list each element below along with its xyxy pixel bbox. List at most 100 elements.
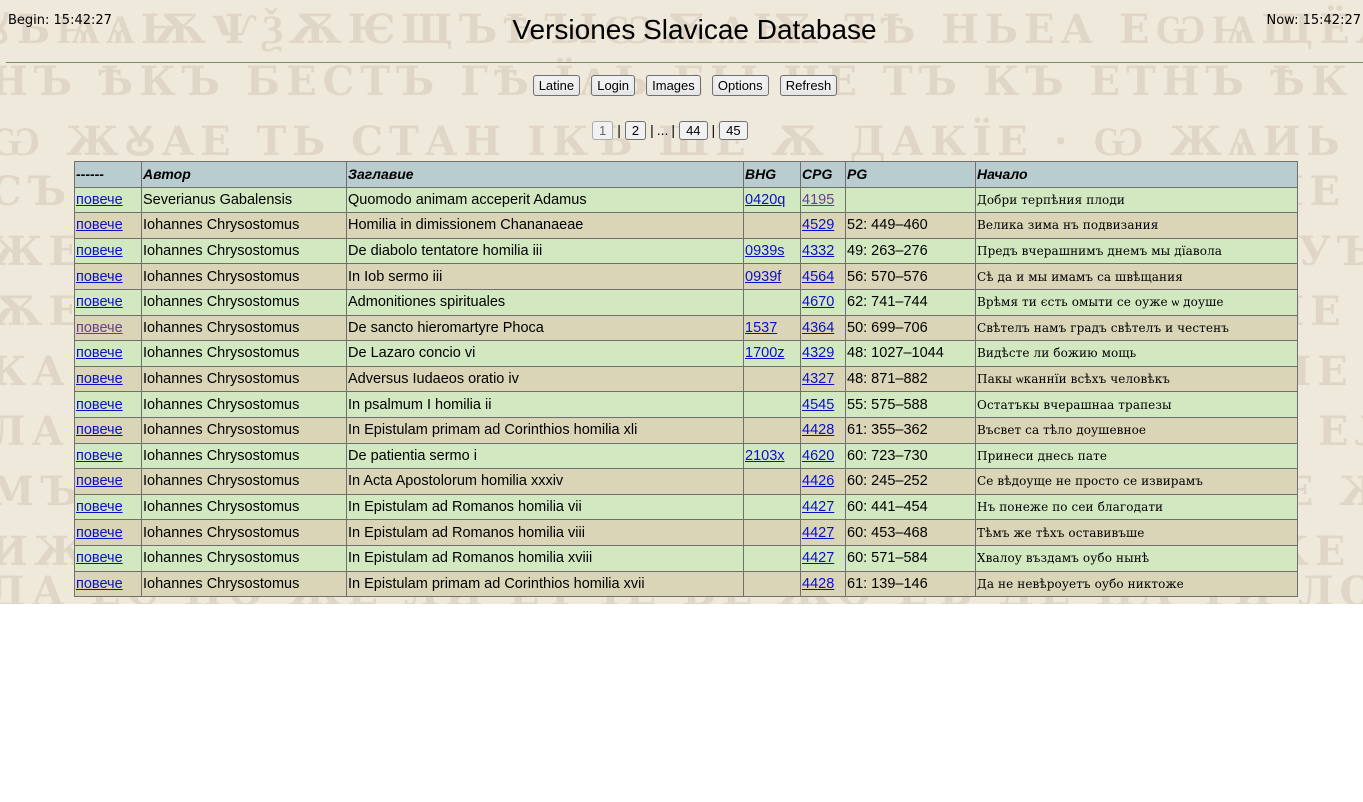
- cpg-link[interactable]: 4529: [802, 217, 834, 233]
- more-link[interactable]: повече: [76, 499, 123, 515]
- more-link[interactable]: повече: [76, 243, 123, 259]
- table-row: повече Severianus Gabalensis Quomodo anima…: [74, 186, 1298, 214]
- incipit-text: Да не невѣроуетъ оубо никтоже: [977, 576, 1184, 591]
- latine-button[interactable]: Latine: [532, 75, 581, 96]
- pg-cell: 60: 453–468: [845, 519, 976, 546]
- title-text: De diabolo tentatore homilia iii: [348, 243, 543, 260]
- bhg-cell: [743, 288, 801, 316]
- bhg-cell: 2103x: [743, 442, 801, 470]
- incipit-cell: Сѣ да и мы имамъ са швѣщания: [975, 263, 1298, 290]
- title-cell: Adversus Iudaeos oratio iv: [346, 365, 744, 393]
- cpg-link[interactable]: 4329: [802, 345, 834, 361]
- cpg-link[interactable]: 4427: [802, 525, 834, 541]
- page-ellipsis: ...: [656, 122, 669, 138]
- more-link[interactable]: повече: [76, 320, 123, 336]
- more-cell: повече: [74, 288, 142, 316]
- title-cell: In Epistulam primam ad Corinthios homili…: [346, 570, 744, 598]
- pg-cell: 60: 723–730: [845, 442, 976, 470]
- more-link[interactable]: повече: [76, 371, 123, 387]
- author-text: Iohannes Chrysostomus: [143, 473, 300, 490]
- page-45-button[interactable]: 45: [719, 121, 748, 140]
- cpg-cell: 4564: [800, 263, 846, 290]
- bhg-cell: [743, 212, 801, 239]
- incipit-cell: Остатъкы вчерашнаа трапезы: [975, 391, 1298, 418]
- more-link[interactable]: повече: [76, 345, 123, 361]
- cpg-cell: 4332: [800, 237, 846, 265]
- author-text: Iohannes Chrysostomus: [143, 447, 300, 464]
- page-2-button[interactable]: 2: [624, 121, 647, 140]
- title-cell: Admonitiones spirituales: [346, 288, 744, 316]
- cpg-link[interactable]: 4620: [802, 448, 834, 464]
- cpg-link[interactable]: 4364: [802, 320, 834, 336]
- more-link[interactable]: повече: [76, 448, 123, 464]
- bhg-link[interactable]: 1537: [745, 320, 777, 336]
- pg-cell: 60: 245–252: [845, 468, 976, 495]
- more-link[interactable]: повече: [76, 473, 123, 489]
- pg-text: 61: 139–146: [847, 575, 928, 592]
- column-header-incipit: Начало: [975, 161, 1298, 188]
- author-cell: Iohannes Chrysostomus: [141, 263, 347, 290]
- cpg-link[interactable]: 4428: [802, 576, 834, 592]
- page-1-button[interactable]: 1: [592, 121, 614, 140]
- cpg-link[interactable]: 4564: [802, 269, 834, 285]
- author-text: Iohannes Chrysostomus: [143, 319, 300, 336]
- bhg-cell: 0939f: [743, 263, 801, 290]
- author-cell: Iohannes Chrysostomus: [141, 340, 347, 367]
- refresh-button[interactable]: Refresh: [779, 75, 838, 96]
- incipit-text: Добри терпѣния плоди: [977, 192, 1125, 207]
- cpg-link[interactable]: 4332: [802, 243, 834, 259]
- cpg-link[interactable]: 4426: [802, 473, 834, 489]
- table-row: повече Iohannes Chrysostomus In psalmum I …: [74, 391, 1298, 418]
- cpg-cell: 4364: [800, 314, 846, 342]
- bhg-cell: 0420q: [743, 186, 801, 214]
- bhg-cell: [743, 365, 801, 393]
- more-link[interactable]: повече: [76, 192, 123, 208]
- cpg-cell: 4427: [800, 544, 846, 572]
- incipit-text: Пакы ѡканнїи всѣхъ человѣкъ: [977, 372, 1171, 387]
- column-header-author: Автор: [141, 161, 347, 188]
- incipit-text: Видѣсте ли божию мощь: [977, 346, 1137, 361]
- cpg-link[interactable]: 4428: [802, 422, 834, 438]
- login-button[interactable]: Login: [591, 75, 636, 96]
- bhg-link[interactable]: 1700z: [745, 345, 785, 361]
- pg-cell: 61: 355–362: [845, 416, 976, 444]
- pg-text: 61: 355–362: [847, 422, 928, 439]
- table-body: повече Severianus Gabalensis Quomodo anima…: [74, 186, 1298, 598]
- column-header-title: Заглавие: [346, 161, 744, 188]
- bhg-link[interactable]: 2103x: [745, 448, 785, 464]
- author-text: Iohannes Chrysostomus: [143, 268, 300, 285]
- incipit-cell: Видѣсте ли божию мощь: [975, 340, 1298, 367]
- more-link[interactable]: повече: [76, 269, 123, 285]
- more-link[interactable]: повече: [76, 525, 123, 541]
- cpg-link[interactable]: 4195: [802, 192, 834, 208]
- page-title: Versiones Slavicae Database: [512, 14, 877, 45]
- bhg-cell: [743, 468, 801, 495]
- table-row: повече Iohannes Chrysostomus Adversus Iuda…: [74, 365, 1298, 393]
- bhg-cell: [743, 519, 801, 546]
- bhg-link[interactable]: 0420q: [745, 192, 785, 208]
- more-cell: повече: [74, 442, 142, 470]
- cpg-link[interactable]: 4545: [802, 397, 834, 413]
- options-button[interactable]: Options: [711, 75, 769, 96]
- incipit-cell: Пакы ѡканнїи всѣхъ человѣкъ: [975, 365, 1298, 393]
- bhg-cell: 0939s: [743, 237, 801, 265]
- bhg-link[interactable]: 0939f: [745, 269, 781, 285]
- more-link[interactable]: повече: [76, 397, 123, 413]
- more-link[interactable]: повече: [76, 217, 123, 233]
- cpg-link[interactable]: 4427: [802, 550, 834, 566]
- cpg-link[interactable]: 4427: [802, 499, 834, 515]
- more-cell: повече: [74, 186, 142, 214]
- bhg-cell: [743, 391, 801, 418]
- cpg-link[interactable]: 4670: [802, 294, 834, 310]
- bhg-link[interactable]: 0939s: [745, 243, 785, 259]
- more-link[interactable]: повече: [76, 576, 123, 592]
- more-link[interactable]: повече: [76, 422, 123, 438]
- more-link[interactable]: повече: [76, 294, 123, 310]
- table-row: повече Iohannes Chrysostomus In Epistulam …: [74, 519, 1298, 546]
- more-link[interactable]: повече: [76, 550, 123, 566]
- page-44-button[interactable]: 44: [679, 121, 708, 140]
- cpg-link[interactable]: 4327: [802, 371, 834, 387]
- table-row: повече Iohannes Chrysostomus Admonitiones …: [74, 288, 1298, 316]
- title-cell: In Epistulam ad Romanos homilia vii: [346, 493, 744, 521]
- images-button[interactable]: Images: [646, 75, 701, 96]
